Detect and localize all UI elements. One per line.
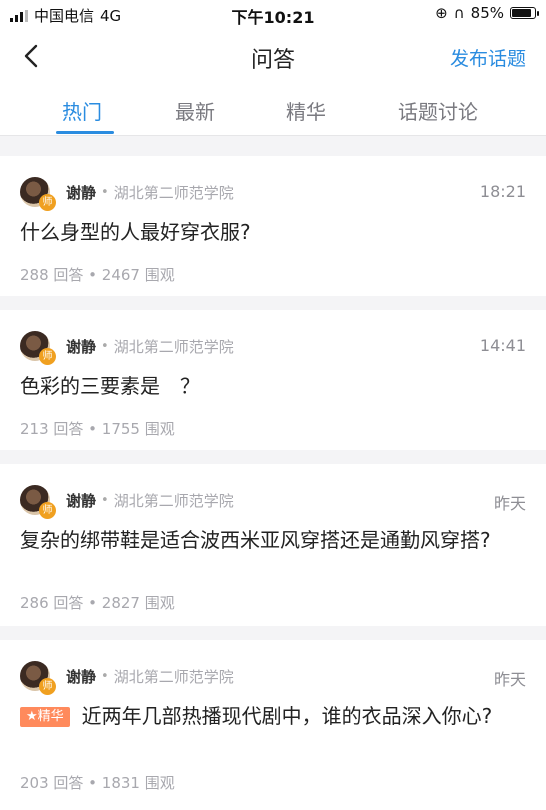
post-stats: 286 回答 • 2827 围观 [20,594,175,612]
author-name[interactable]: 谢静 [66,336,96,357]
chevron-left-icon[interactable] [18,42,46,70]
question-card[interactable]: 师 谢静 • 湖北第二师范学院 昨天 ★精华 近两年几部热播现代剧中，谁的衣品深入… [0,640,546,810]
teacher-badge: 师 [39,502,56,519]
author-school: 湖北第二师范学院 [113,183,234,202]
post-header: 师 谢静 • 湖北第二师范学院 [20,176,234,211]
post-stats: 288 回答 • 2467 围观 [20,266,175,284]
question-title[interactable]: 复杂的绑带鞋是适合波西米亚风穿搭还是通勤风穿搭? [20,526,526,554]
teacher-badge: 师 [39,678,56,695]
separator-dot: • [101,668,109,684]
question-title[interactable]: ★精华 近两年几部热播现代剧中，谁的衣品深入你心? [20,702,526,730]
battery-icon [510,7,539,19]
question-title[interactable]: 什么身型的人最好穿衣服? [20,218,526,246]
author-name[interactable]: 谢静 [66,182,96,203]
avatar[interactable]: 师 [20,177,56,211]
post-stats: 213 回答 • 1755 围观 [20,420,175,438]
status-right: ⊕ ∩ 85% [435,4,539,22]
headphones-icon: ∩ [453,4,465,22]
post-time: 昨天 [493,670,526,689]
teacher-badge: 师 [39,194,56,211]
author-name[interactable]: 谢静 [66,666,96,687]
author-school: 湖北第二师范学院 [113,491,234,510]
avatar[interactable]: 师 [20,331,56,365]
post-time: 昨天 [493,494,526,513]
question-card[interactable]: 师 谢静 • 湖北第二师范学院 14:41 色彩的三要素是 ？ 213 回答 •… [0,310,546,450]
author-school: 湖北第二师范学院 [113,337,234,356]
active-tab-indicator [56,131,114,134]
post-time: 18:21 [479,182,526,201]
tab-hot[interactable]: 热门 [62,96,102,125]
separator-dot: • [101,184,109,200]
featured-tag: ★精华 [20,707,70,727]
question-title-text: 近两年几部热播现代剧中，谁的衣品深入你心? [81,704,493,728]
status-bar: 中国电信 4G 下午10:21 ⊕ ∩ 85% [0,0,546,28]
separator-dot: • [101,338,109,354]
question-card[interactable]: 师 谢静 • 湖北第二师范学院 18:21 什么身型的人最好穿衣服? 288 回… [0,156,546,296]
tab-featured[interactable]: 精华 [286,96,326,125]
post-stats: 203 回答 • 1831 围观 [20,774,175,792]
question-card[interactable]: 师 谢静 • 湖北第二师范学院 昨天 复杂的绑带鞋是适合波西米亚风穿搭还是通勤风… [0,464,546,626]
avatar[interactable]: 师 [20,661,56,695]
author-school: 湖北第二师范学院 [113,667,234,686]
author-name[interactable]: 谢静 [66,490,96,511]
tab-topic-discussion[interactable]: 话题讨论 [398,96,478,125]
avatar[interactable]: 师 [20,485,56,519]
separator-dot: • [101,492,109,508]
nav-bar: 问答 发布话题 [0,28,546,84]
teacher-badge: 师 [39,348,56,365]
post-header: 师 谢静 • 湖北第二师范学院 [20,330,234,365]
tab-latest[interactable]: 最新 [175,96,215,125]
post-header: 师 谢静 • 湖北第二师范学院 [20,660,234,695]
question-title[interactable]: 色彩的三要素是 ？ [20,372,526,400]
post-topic-button[interactable]: 发布话题 [450,44,526,71]
tab-bar: 热门 最新 精华 话题讨论 [0,84,546,136]
battery-percent: 85% [470,4,504,22]
post-header: 师 谢静 • 湖北第二师范学院 [20,484,234,519]
post-time: 14:41 [479,336,526,355]
alarm-icon: ⊕ [435,4,448,22]
